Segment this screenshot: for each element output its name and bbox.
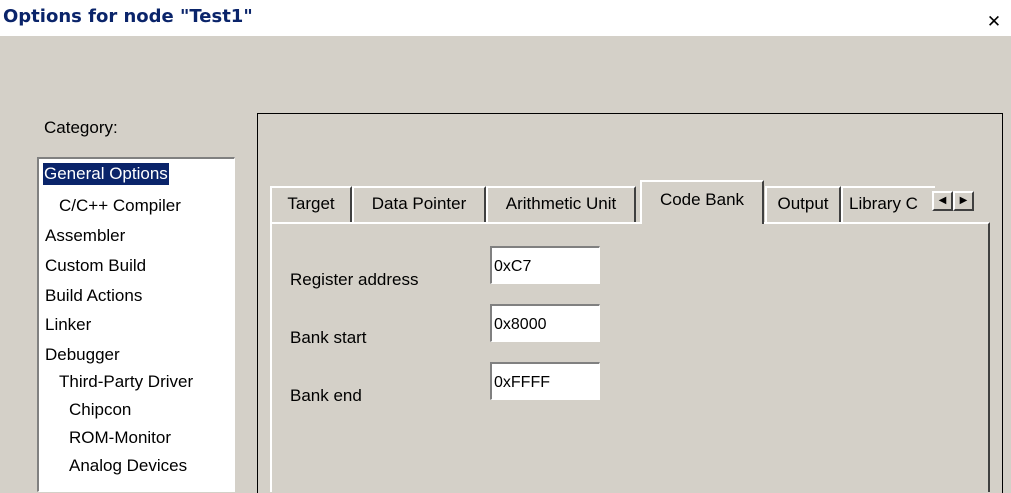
category-item-debugger[interactable]: Debugger (45, 344, 120, 366)
tab-output[interactable]: Output (765, 186, 841, 222)
register-address-label: Register address (290, 270, 419, 289)
register-address-input[interactable] (490, 246, 600, 284)
category-label: Category: (44, 118, 118, 137)
bank-end-label: Bank end (290, 386, 362, 405)
tab-scroll-right-button[interactable]: ▶ (953, 191, 974, 211)
bank-start-label: Bank start (290, 328, 367, 347)
tab-data-pointer[interactable]: Data Pointer (352, 186, 486, 222)
bank-end-input[interactable] (490, 362, 600, 400)
category-item-third-party-driver[interactable]: Third-Party Driver (59, 371, 193, 393)
category-item-build-actions[interactable]: Build Actions (45, 285, 142, 307)
bank-start-input[interactable] (490, 304, 600, 342)
tab-scroll-left-button[interactable]: ◀ (932, 191, 953, 211)
category-list[interactable]: General Options C/C++ Compiler Assembler… (37, 157, 235, 492)
category-item-custom-build[interactable]: Custom Build (45, 255, 146, 277)
tab-target[interactable]: Target (270, 186, 352, 222)
category-item-analog-devices[interactable]: Analog Devices (69, 455, 187, 477)
close-button[interactable]: ✕ (983, 12, 1005, 32)
category-item-assembler[interactable]: Assembler (45, 225, 125, 247)
category-item-rom-monitor[interactable]: ROM-Monitor (69, 427, 171, 449)
tab-arithmetic-unit[interactable]: Arithmetic Unit (486, 186, 636, 222)
arrow-left-icon: ◀ (938, 195, 947, 206)
code-bank-page: Register address Bank start Bank end (270, 222, 990, 492)
category-item-chipcon[interactable]: Chipcon (69, 399, 131, 421)
arrow-right-icon: ▶ (959, 195, 968, 206)
tab-code-bank[interactable]: Code Bank (640, 180, 764, 224)
close-icon: ✕ (986, 12, 1002, 32)
title-bar: Options for node "Test1" ✕ (0, 0, 1011, 36)
window-title: Options for node "Test1" (3, 6, 253, 27)
category-item-linker[interactable]: Linker (45, 314, 91, 336)
tab-library-c[interactable]: Library C (841, 186, 935, 222)
category-item-c-cpp-compiler[interactable]: C/C++ Compiler (59, 195, 181, 217)
category-item-general-options[interactable]: General Options (42, 162, 170, 186)
